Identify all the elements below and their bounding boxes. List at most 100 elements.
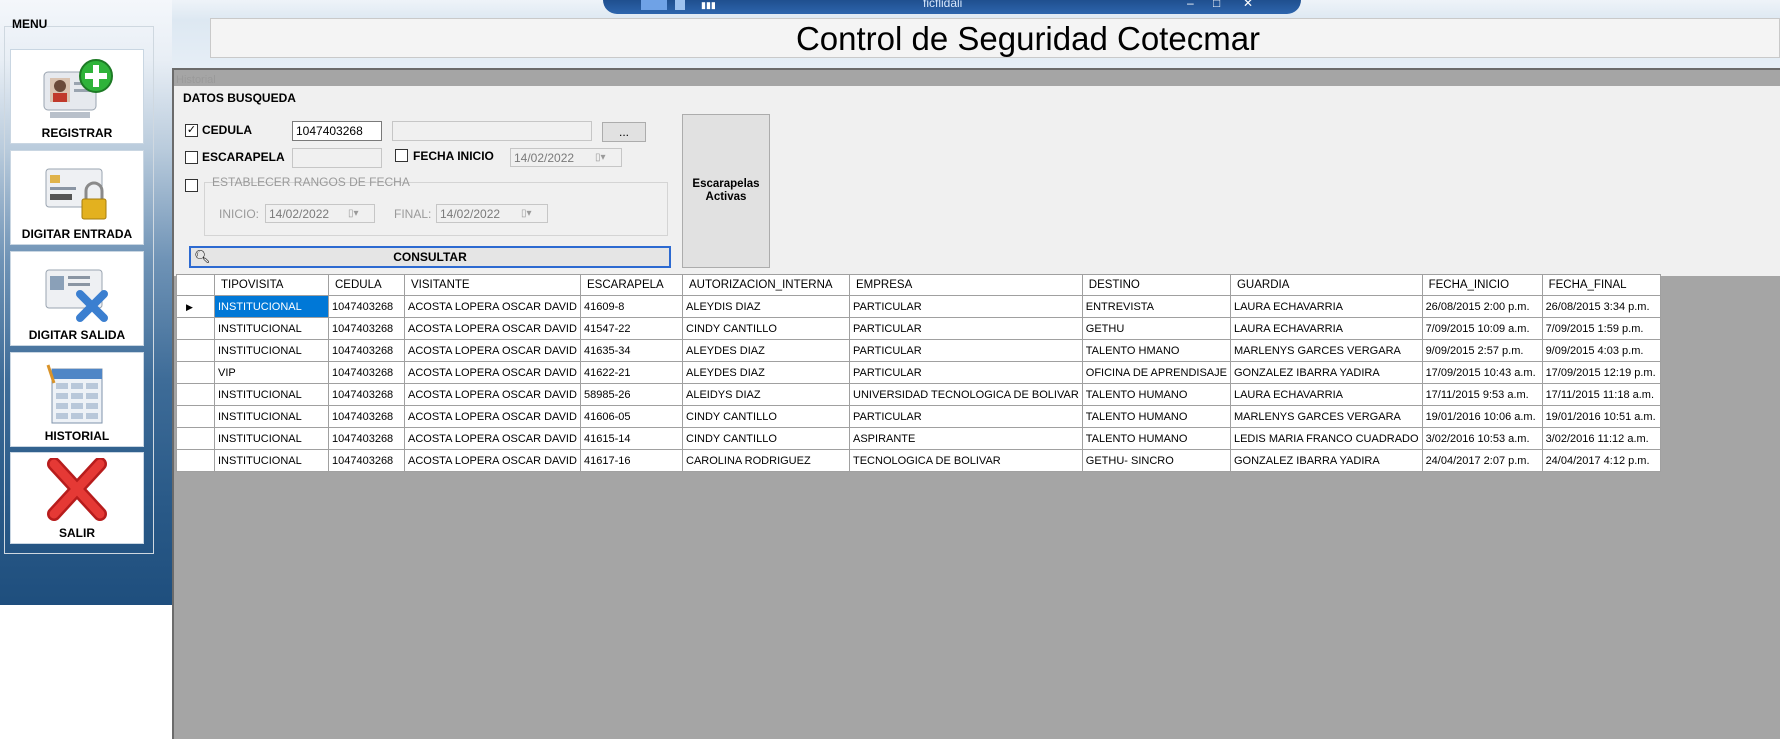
table-row[interactable]: INSTITUCIONAL 1047403268 ACOSTA LOPERA OSC… — [176, 449, 1661, 472]
table-cell[interactable]: 1047403268 — [328, 427, 405, 450]
rango-final-datepicker[interactable]: 14/02/2022 ▯▾ — [436, 204, 548, 223]
column-header[interactable]: TIPOVISITA — [214, 274, 329, 296]
table-cell[interactable]: 9/09/2015 4:03 p.m. — [1541, 339, 1661, 362]
register-button[interactable]: REGISTRAR — [10, 49, 144, 144]
table-cell[interactable]: ALEYDES DIAZ — [682, 339, 850, 362]
escarapelas-activas-button[interactable]: Escarapelas Activas — [682, 114, 770, 268]
table-cell[interactable]: ACOSTA LOPERA OSCAR DAVID — [404, 427, 581, 450]
table-cell[interactable]: 17/11/2015 11:18 a.m. — [1541, 383, 1661, 406]
table-cell[interactable]: TALENTO HUMANO — [1081, 383, 1231, 406]
table-row[interactable]: INSTITUCIONAL 1047403268 ACOSTA LOPERA OSC… — [176, 383, 1661, 406]
table-cell[interactable]: TECNOLOGICA DE BOLIVAR — [849, 449, 1083, 472]
table-cell[interactable]: INSTITUCIONAL — [214, 427, 329, 450]
table-row[interactable]: INSTITUCIONAL 1047403268 ACOSTA LOPERA OSC… — [176, 339, 1661, 362]
row-header[interactable] — [176, 405, 215, 428]
table-cell[interactable]: 41615-14 — [580, 427, 683, 450]
cedula-lookup-button[interactable]: ... — [602, 122, 646, 142]
table-cell[interactable]: ACOSTA LOPERA OSCAR DAVID — [404, 339, 581, 362]
row-header[interactable] — [176, 383, 215, 406]
digitar-salida-button[interactable]: DIGITAR SALIDA — [10, 251, 144, 346]
table-cell[interactable]: INSTITUCIONAL — [214, 317, 329, 340]
row-header[interactable] — [176, 427, 215, 450]
table-cell[interactable]: 41547-22 — [580, 317, 683, 340]
column-header[interactable]: DESTINO — [1081, 274, 1231, 296]
table-cell[interactable]: OFICINA DE APRENDISAJE — [1081, 361, 1231, 384]
table-cell[interactable]: 3/02/2016 11:12 a.m. — [1541, 427, 1661, 450]
rango-inicio-datepicker[interactable]: 14/02/2022 ▯▾ — [265, 204, 375, 223]
table-cell[interactable]: 41606-05 — [580, 405, 683, 428]
table-cell[interactable]: CINDY CANTILLO — [682, 317, 850, 340]
table-cell[interactable]: ACOSTA LOPERA OSCAR DAVID — [404, 449, 581, 472]
cedula-checkbox[interactable]: ✓ — [185, 124, 198, 137]
consultar-button[interactable]: 🔍︎ CONSULTAR — [189, 246, 671, 268]
table-cell[interactable]: LEDIS MARIA FRANCO CUADRADO — [1229, 427, 1423, 450]
table-cell[interactable]: INSTITUCIONAL — [214, 383, 329, 406]
table-cell[interactable]: INSTITUCIONAL — [214, 339, 329, 362]
table-cell[interactable]: GETHU — [1081, 317, 1231, 340]
window-icon[interactable] — [675, 0, 685, 10]
historial-button[interactable]: HISTORIAL — [10, 352, 144, 447]
pin-icon[interactable] — [641, 0, 667, 10]
fecha-inicio-datepicker[interactable]: 14/02/2022 ▯▾ — [510, 148, 622, 167]
maximize-icon[interactable]: □ — [1213, 0, 1220, 10]
table-cell[interactable]: 24/04/2017 2:07 p.m. — [1421, 449, 1543, 472]
table-row[interactable]: ▶ INSTITUCIONAL 1047403268 ACOSTA LOPERA OS… — [176, 295, 1661, 318]
table-cell[interactable]: 58985-26 — [580, 383, 683, 406]
table-cell[interactable]: GONZALEZ IBARRA YADIRA — [1229, 449, 1423, 472]
fecha-inicio-checkbox[interactable] — [395, 149, 408, 162]
table-cell[interactable]: LAURA ECHAVARRIA — [1229, 295, 1423, 318]
table-cell[interactable]: 1047403268 — [328, 383, 405, 406]
escarapela-input[interactable] — [292, 148, 382, 168]
table-cell[interactable]: ACOSTA LOPERA OSCAR DAVID — [404, 317, 581, 340]
column-header[interactable]: FECHA_INICIO — [1421, 274, 1543, 296]
table-cell[interactable]: CINDY CANTILLO — [682, 427, 850, 450]
table-cell[interactable]: ENTREVISTA — [1081, 295, 1231, 318]
table-cell[interactable]: 41617-16 — [580, 449, 683, 472]
table-cell[interactable]: 1047403268 — [328, 339, 405, 362]
table-cell[interactable]: ALEYDIS DIAZ — [682, 295, 850, 318]
column-header[interactable]: CEDULA — [328, 274, 405, 296]
table-cell[interactable]: TALENTO HMANO — [1081, 339, 1231, 362]
column-header[interactable]: VISITANTE — [404, 274, 581, 296]
table-cell[interactable]: 1047403268 — [328, 295, 405, 318]
table-cell[interactable]: CAROLINA RODRIGUEZ — [682, 449, 850, 472]
table-cell[interactable]: 3/02/2016 10:53 a.m. — [1421, 427, 1543, 450]
escarapela-checkbox[interactable] — [185, 151, 198, 164]
table-cell[interactable]: 17/09/2015 10:43 a.m. — [1421, 361, 1543, 384]
table-cell[interactable]: 1047403268 — [328, 405, 405, 428]
table-cell[interactable]: CINDY CANTILLO — [682, 405, 850, 428]
table-cell[interactable]: 41635-34 — [580, 339, 683, 362]
table-cell[interactable]: TALENTO HUMANO — [1081, 427, 1231, 450]
table-cell[interactable]: 17/11/2015 9:53 a.m. — [1421, 383, 1543, 406]
table-cell[interactable]: PARTICULAR — [849, 317, 1083, 340]
table-cell[interactable]: 41609-8 — [580, 295, 683, 318]
chart-icon[interactable]: ▮▮▮ — [701, 0, 716, 10]
table-cell[interactable]: 7/09/2015 10:09 a.m. — [1421, 317, 1543, 340]
table-cell[interactable]: INSTITUCIONAL — [214, 295, 329, 318]
salir-button[interactable]: SALIR — [10, 452, 144, 544]
table-cell[interactable]: 19/01/2016 10:06 a.m. — [1421, 405, 1543, 428]
minimize-icon[interactable]: – — [1187, 0, 1194, 10]
row-header[interactable] — [176, 339, 215, 362]
rangos-checkbox[interactable] — [185, 179, 198, 192]
table-cell[interactable]: 19/01/2016 10:51 a.m. — [1541, 405, 1661, 428]
table-cell[interactable]: PARTICULAR — [849, 339, 1083, 362]
row-header[interactable]: ▶ — [176, 295, 215, 318]
column-header[interactable]: AUTORIZACION_INTERNA — [682, 274, 850, 296]
table-cell[interactable]: PARTICULAR — [849, 361, 1083, 384]
table-cell[interactable]: MARLENYS GARCES VERGARA — [1229, 339, 1423, 362]
row-header[interactable] — [176, 449, 215, 472]
calendar-dropdown-icon[interactable]: ▯▾ — [348, 208, 370, 220]
table-cell[interactable]: LAURA ECHAVARRIA — [1229, 317, 1423, 340]
calendar-dropdown-icon[interactable]: ▯▾ — [521, 208, 543, 220]
table-cell[interactable]: 9/09/2015 2:57 p.m. — [1421, 339, 1543, 362]
table-row[interactable]: INSTITUCIONAL 1047403268 ACOSTA LOPERA OSC… — [176, 317, 1661, 340]
table-cell[interactable]: 41622-21 — [580, 361, 683, 384]
table-cell[interactable]: 1047403268 — [328, 361, 405, 384]
digitar-entrada-button[interactable]: DIGITAR ENTRADA — [10, 150, 144, 245]
cedula-input[interactable]: 1047403268 — [292, 121, 382, 141]
column-header[interactable]: GUARDIA — [1229, 274, 1423, 296]
row-header[interactable] — [176, 361, 215, 384]
column-header[interactable]: EMPRESA — [849, 274, 1083, 296]
table-cell[interactable]: 26/08/2015 2:00 p.m. — [1421, 295, 1543, 318]
